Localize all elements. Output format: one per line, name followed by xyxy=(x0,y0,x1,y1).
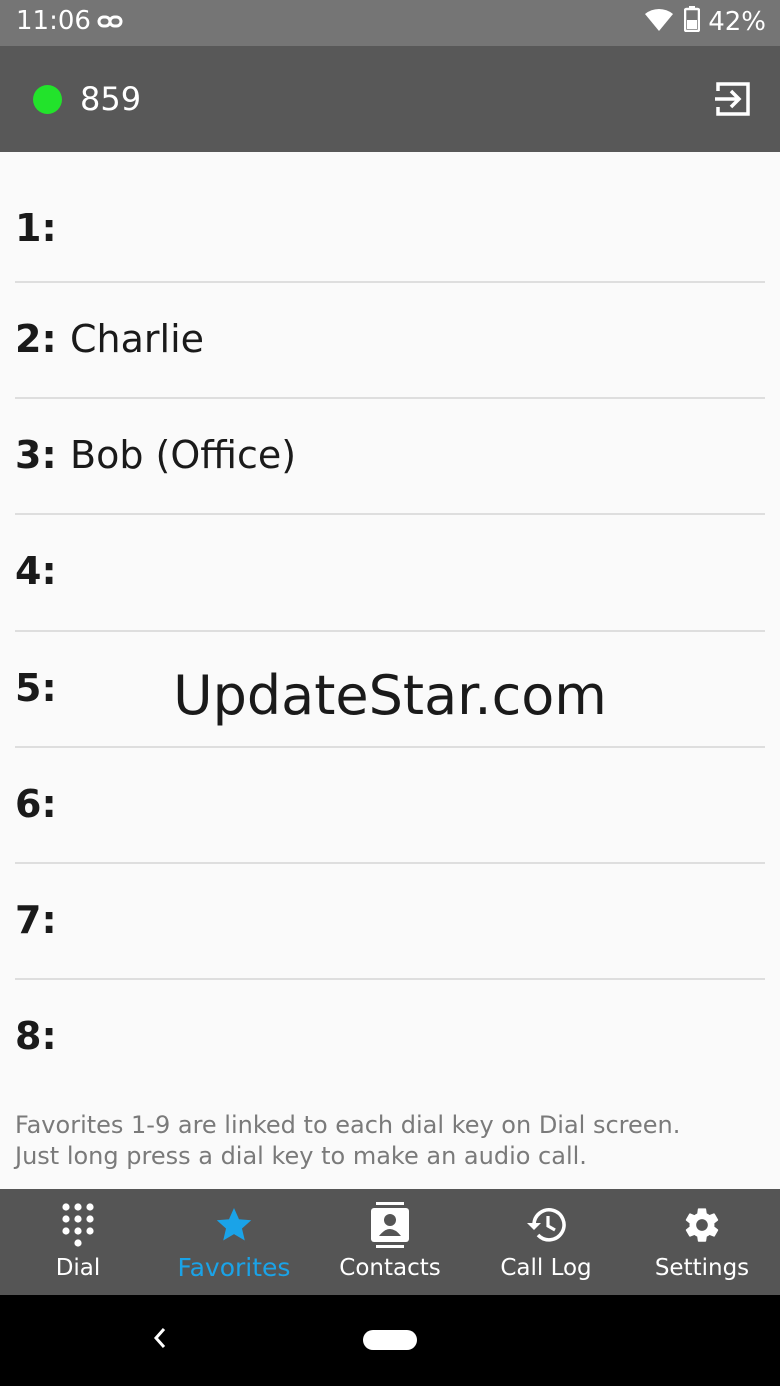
logout-icon xyxy=(715,82,750,116)
gear-icon xyxy=(624,1203,780,1247)
favorite-number: 3: xyxy=(15,433,57,478)
star-icon xyxy=(156,1203,312,1247)
app-bar: 859 xyxy=(0,46,780,152)
status-bar: 11:06 42% xyxy=(0,0,780,46)
nav-settings[interactable]: Settings xyxy=(624,1189,780,1295)
battery-icon xyxy=(674,6,701,37)
favorite-row-3[interactable]: 3: Bob (Office) xyxy=(15,399,765,516)
nav-label: Favorites xyxy=(177,1253,291,1282)
favorite-number: 7: xyxy=(15,897,57,942)
favorite-number: 5: xyxy=(15,665,57,710)
nav-contacts[interactable]: Contacts xyxy=(312,1189,468,1295)
hint-line-1: Favorites 1-9 are linked to each dial ke… xyxy=(15,1111,681,1139)
favorite-number: 6: xyxy=(15,781,57,826)
contacts-icon xyxy=(312,1202,468,1248)
chevron-left-icon xyxy=(153,1328,166,1348)
link-icon xyxy=(97,11,123,38)
status-right: 42% xyxy=(634,6,766,37)
extension-number: 859 xyxy=(80,80,142,118)
favorite-row-4[interactable]: 4: xyxy=(15,515,765,632)
favorite-name: Charlie xyxy=(70,317,205,361)
battery-percent: 42% xyxy=(708,6,766,37)
wifi-icon xyxy=(634,6,674,37)
nav-label: Settings xyxy=(654,1255,750,1281)
favorite-row-1[interactable]: 1: xyxy=(15,168,765,283)
nav-label: Dial xyxy=(55,1255,101,1281)
favorites-list: 1: 2: Charlie 3: Bob (Office) 4: 5: 6: 7… xyxy=(15,168,765,1096)
hint-line-2: Just long press a dial key to make an au… xyxy=(15,1142,587,1170)
dialpad-icon xyxy=(0,1203,156,1247)
favorite-number: 8: xyxy=(15,1014,57,1059)
nav-label: Call Log xyxy=(500,1255,592,1281)
history-icon xyxy=(468,1203,624,1247)
system-navigation-bar xyxy=(0,1295,780,1386)
favorites-hint: Favorites 1-9 are linked to each dial ke… xyxy=(15,1110,680,1172)
status-time: 11:06 xyxy=(16,6,91,36)
favorite-name: Bob (Office) xyxy=(70,433,297,478)
favorite-number: 2: xyxy=(15,317,57,361)
back-button[interactable] xyxy=(146,1324,174,1352)
favorite-row-2[interactable]: 2: Charlie xyxy=(15,283,765,400)
favorite-row-5[interactable]: 5: xyxy=(15,632,765,748)
nav-call-log[interactable]: Call Log xyxy=(468,1189,624,1295)
favorite-row-8[interactable]: 8: xyxy=(15,980,765,1096)
nav-label: Contacts xyxy=(339,1255,441,1281)
favorite-row-7[interactable]: 7: xyxy=(15,864,765,981)
nav-favorites[interactable]: Favorites xyxy=(156,1189,312,1295)
registration-status-dot xyxy=(33,85,62,114)
favorite-row-6[interactable]: 6: xyxy=(15,748,765,864)
bottom-navigation: Dial Favorites Contacts Call Log Setting… xyxy=(0,1189,780,1295)
favorite-number: 1: xyxy=(15,206,57,250)
favorite-number: 4: xyxy=(15,549,57,594)
logout-button[interactable] xyxy=(712,77,756,121)
nav-dial[interactable]: Dial xyxy=(0,1189,156,1295)
home-button[interactable] xyxy=(363,1330,417,1350)
